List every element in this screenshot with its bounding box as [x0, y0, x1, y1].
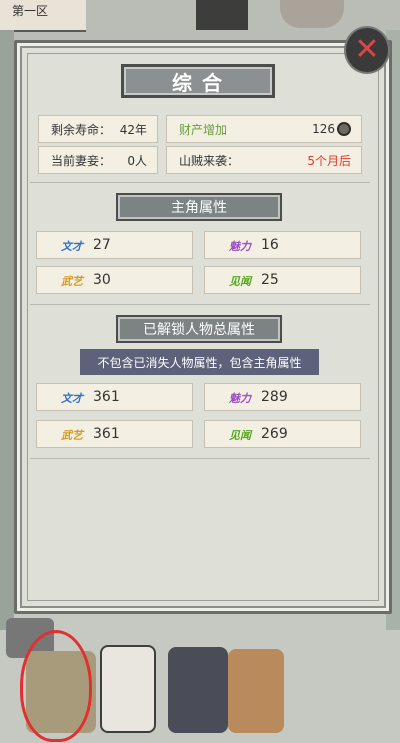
- bandit-value: 5个月后: [307, 153, 351, 168]
- top-area-label: 第一区: [0, 0, 86, 32]
- close-icon: ✕: [354, 32, 380, 67]
- wealth-label: 财产增加: [179, 122, 228, 137]
- scholar-character-icon[interactable]: [100, 645, 156, 733]
- section-divider: [30, 304, 370, 305]
- protagonist-section-title: 主角属性: [116, 193, 282, 221]
- bottom-character-bar: [0, 610, 400, 743]
- stat-card: 见闻 25: [204, 266, 361, 294]
- warrior-character-icon[interactable]: [228, 649, 284, 733]
- wealth-row: 财产增加 126: [166, 115, 362, 143]
- stat-value: 27: [93, 237, 111, 253]
- wencai-tag: 文才: [61, 392, 83, 405]
- stat-value: 361: [93, 426, 120, 442]
- stat-card: 魅力 16: [204, 231, 361, 259]
- section-divider: [30, 182, 370, 183]
- lifespan-label: 剩余寿命：: [51, 122, 112, 137]
- stat-card: 武艺 361: [36, 420, 193, 448]
- bandit-row: 山贼来袭： 5个月后: [166, 146, 362, 174]
- stat-value: 269: [261, 426, 288, 442]
- meili-tag: 魅力: [229, 240, 251, 253]
- close-button[interactable]: ✕: [346, 28, 388, 72]
- stat-value: 30: [93, 272, 111, 288]
- stat-value: 289: [261, 389, 288, 405]
- background-bridge: [280, 0, 344, 28]
- highlight-circle: [20, 630, 92, 742]
- top-area-text: 第一区: [12, 4, 49, 18]
- stat-value: 361: [93, 389, 120, 405]
- jianwen-tag: 见闻: [229, 275, 251, 288]
- stat-card: 见闻 269: [204, 420, 361, 448]
- lifespan-row: 剩余寿命： 42年: [38, 115, 158, 143]
- unlocked-section-title: 已解锁人物总属性: [116, 315, 282, 343]
- jianwen-tag: 见闻: [229, 429, 251, 442]
- stat-value: 25: [261, 272, 279, 288]
- background-left-edge: [0, 30, 14, 630]
- stat-value: 16: [261, 237, 279, 253]
- stat-card: 文才 27: [36, 231, 193, 259]
- bandit-label: 山贼来袭：: [179, 153, 240, 168]
- stat-card: 武艺 30: [36, 266, 193, 294]
- spouse-value: 0人: [127, 153, 147, 168]
- pavilion-character-icon[interactable]: [168, 647, 228, 733]
- lifespan-value: 42年: [119, 122, 147, 137]
- wealth-value-wrap: 126: [312, 122, 351, 137]
- wencai-tag: 文才: [61, 240, 83, 253]
- panel-title: 综合: [121, 64, 275, 98]
- spouse-row: 当前妻妾： 0人: [38, 146, 158, 174]
- section-divider: [30, 458, 370, 459]
- wuyi-tag: 武艺: [61, 429, 83, 442]
- wuyi-tag: 武艺: [61, 275, 83, 288]
- stat-card: 文才 361: [36, 383, 193, 411]
- background-building: [196, 0, 248, 30]
- coin-icon: [337, 122, 351, 137]
- stat-card: 魅力 289: [204, 383, 361, 411]
- meili-tag: 魅力: [229, 392, 251, 405]
- spouse-label: 当前妻妾：: [51, 153, 112, 168]
- wealth-value: 126: [312, 121, 335, 136]
- unlocked-note: 不包含已消失人物属性，包含主角属性: [80, 349, 319, 375]
